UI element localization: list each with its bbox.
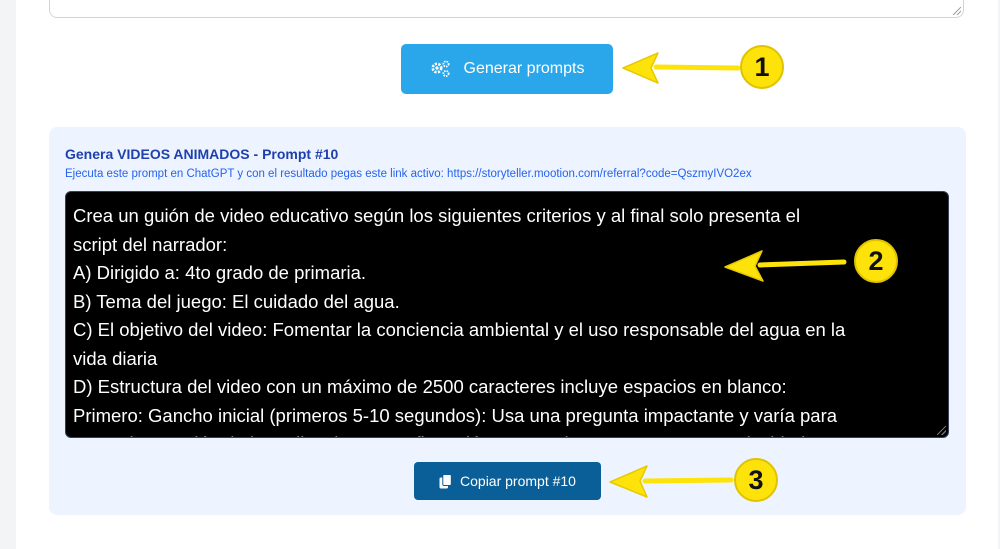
annotation-badge-2: 2 bbox=[854, 239, 898, 283]
prompt-text-line: vida diaria bbox=[73, 347, 158, 369]
prompt-title: Genera VIDEOS ANIMADOS - Prompt #10 bbox=[65, 146, 339, 162]
generate-prompts-button[interactable]: Generar prompts bbox=[401, 44, 613, 94]
prompt-text-line: B) Tema del juego: El cuidado del agua. bbox=[73, 290, 400, 312]
prompt-text-line: captar la atención de la audiencia o una… bbox=[73, 430, 936, 437]
copy-icon bbox=[439, 473, 452, 488]
prompt-text-line: Primero: Gancho inicial (primeros 5-10 s… bbox=[73, 404, 838, 426]
prompt-text-line: C) El objetivo del video: Fomentar la co… bbox=[73, 319, 846, 340]
copy-prompt-label: Copiar prompt #10 bbox=[460, 473, 576, 489]
prompt-instructions: Ejecuta este prompt en ChatGPT y con el … bbox=[65, 168, 752, 180]
prompt-text-line: D) Estructura del video con un máximo de… bbox=[73, 376, 787, 397]
annotation-badge-3: 3 bbox=[734, 458, 778, 502]
prompt-card: Genera VIDEOS ANIMADOS - Prompt #10 Ejec… bbox=[49, 127, 966, 515]
annotation-arrow-3 bbox=[609, 465, 734, 498]
copy-prompt-button[interactable]: Copiar prompt #10 bbox=[414, 462, 601, 500]
annotation-arrow-2 bbox=[724, 250, 847, 282]
resize-handle[interactable] bbox=[937, 426, 946, 435]
gears-icon bbox=[431, 60, 450, 77]
annotation-badge-1: 1 bbox=[740, 45, 784, 89]
prompt-textarea[interactable]: Crea un guión de video educativo según l… bbox=[65, 191, 949, 438]
prompt-text-line: Crea un guión de video educativo según l… bbox=[73, 205, 801, 226]
previous-textarea[interactable] bbox=[49, 0, 964, 18]
annotation-arrow-1 bbox=[622, 52, 740, 84]
generate-prompts-label: Generar prompts bbox=[463, 60, 585, 77]
resize-handle[interactable] bbox=[953, 7, 961, 15]
